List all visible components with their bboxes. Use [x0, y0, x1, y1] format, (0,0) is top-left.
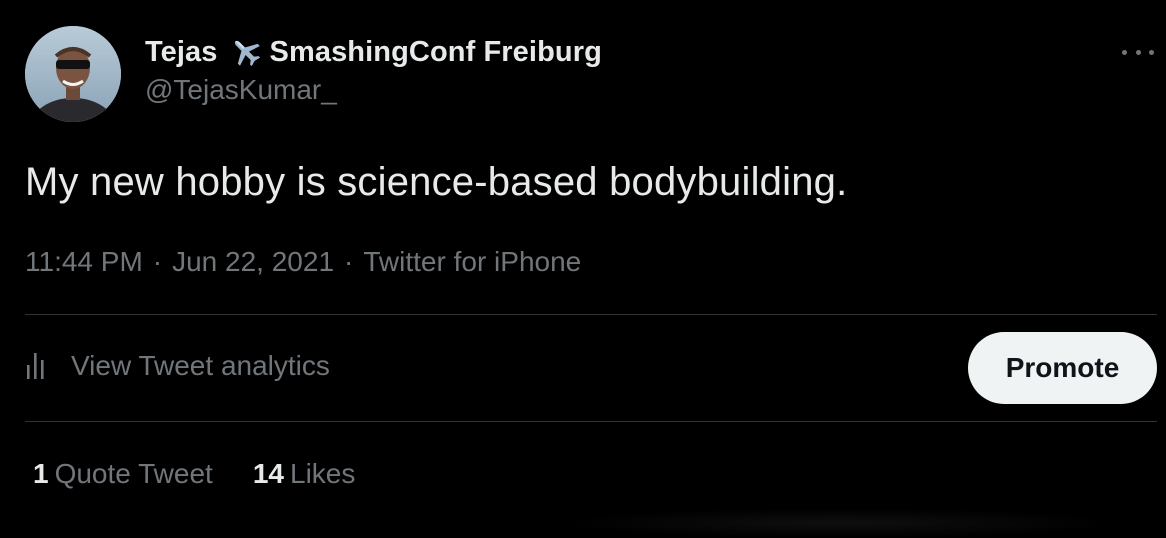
tweet-time[interactable]: 11:44 PM — [25, 246, 143, 278]
quote-tweets-count: 1 — [33, 458, 49, 489]
author-block: Tejas SmashingConf Freiburg @TejasKumar_ — [145, 34, 602, 106]
tweet-source[interactable]: Twitter for iPhone — [363, 246, 581, 278]
bottom-shadow — [560, 508, 1120, 538]
more-dots-icon[interactable] — [1122, 42, 1154, 62]
dot-icon — [1135, 49, 1141, 55]
likes-count: 14 — [252, 458, 284, 489]
airplane-icon — [234, 40, 260, 67]
avatar[interactable] — [25, 26, 121, 122]
dot-icon — [1122, 49, 1127, 55]
dot-icon — [1149, 49, 1154, 55]
quote-tweets-stat[interactable]: 1 Quote Tweet — [33, 458, 213, 490]
display-name-rest: SmashingConf Freiburg — [269, 35, 602, 68]
meta-separator: · — [152, 246, 163, 277]
display-name-first: Tejas — [145, 35, 218, 68]
view-analytics-link[interactable]: View Tweet analytics — [25, 350, 330, 382]
tweet-text: My new hobby is science-based bodybuildi… — [25, 160, 848, 204]
tweet-detail: Tejas SmashingConf Freiburg @TejasKumar_… — [0, 0, 1166, 538]
tweet-meta: 11:44 PM · Jun 22, 2021 · Twitter for iP… — [25, 246, 581, 278]
analytics-bars-icon — [27, 353, 44, 379]
user-handle[interactable]: @TejasKumar_ — [145, 74, 602, 106]
quote-tweets-label: Quote Tweet — [54, 458, 213, 489]
divider — [25, 314, 1157, 315]
divider — [25, 421, 1157, 422]
avatar-image — [25, 26, 121, 122]
tweet-stats: 1 Quote Tweet 14 Likes — [33, 458, 355, 490]
tweet-date[interactable]: Jun 22, 2021 — [172, 246, 334, 278]
analytics-label: View Tweet analytics — [71, 350, 330, 381]
promote-button[interactable]: Promote — [968, 332, 1157, 404]
likes-stat[interactable]: 14 Likes — [253, 458, 356, 490]
display-name-row[interactable]: Tejas SmashingConf Freiburg — [145, 34, 602, 70]
meta-separator: · — [344, 246, 354, 277]
likes-label: Likes — [290, 458, 356, 489]
